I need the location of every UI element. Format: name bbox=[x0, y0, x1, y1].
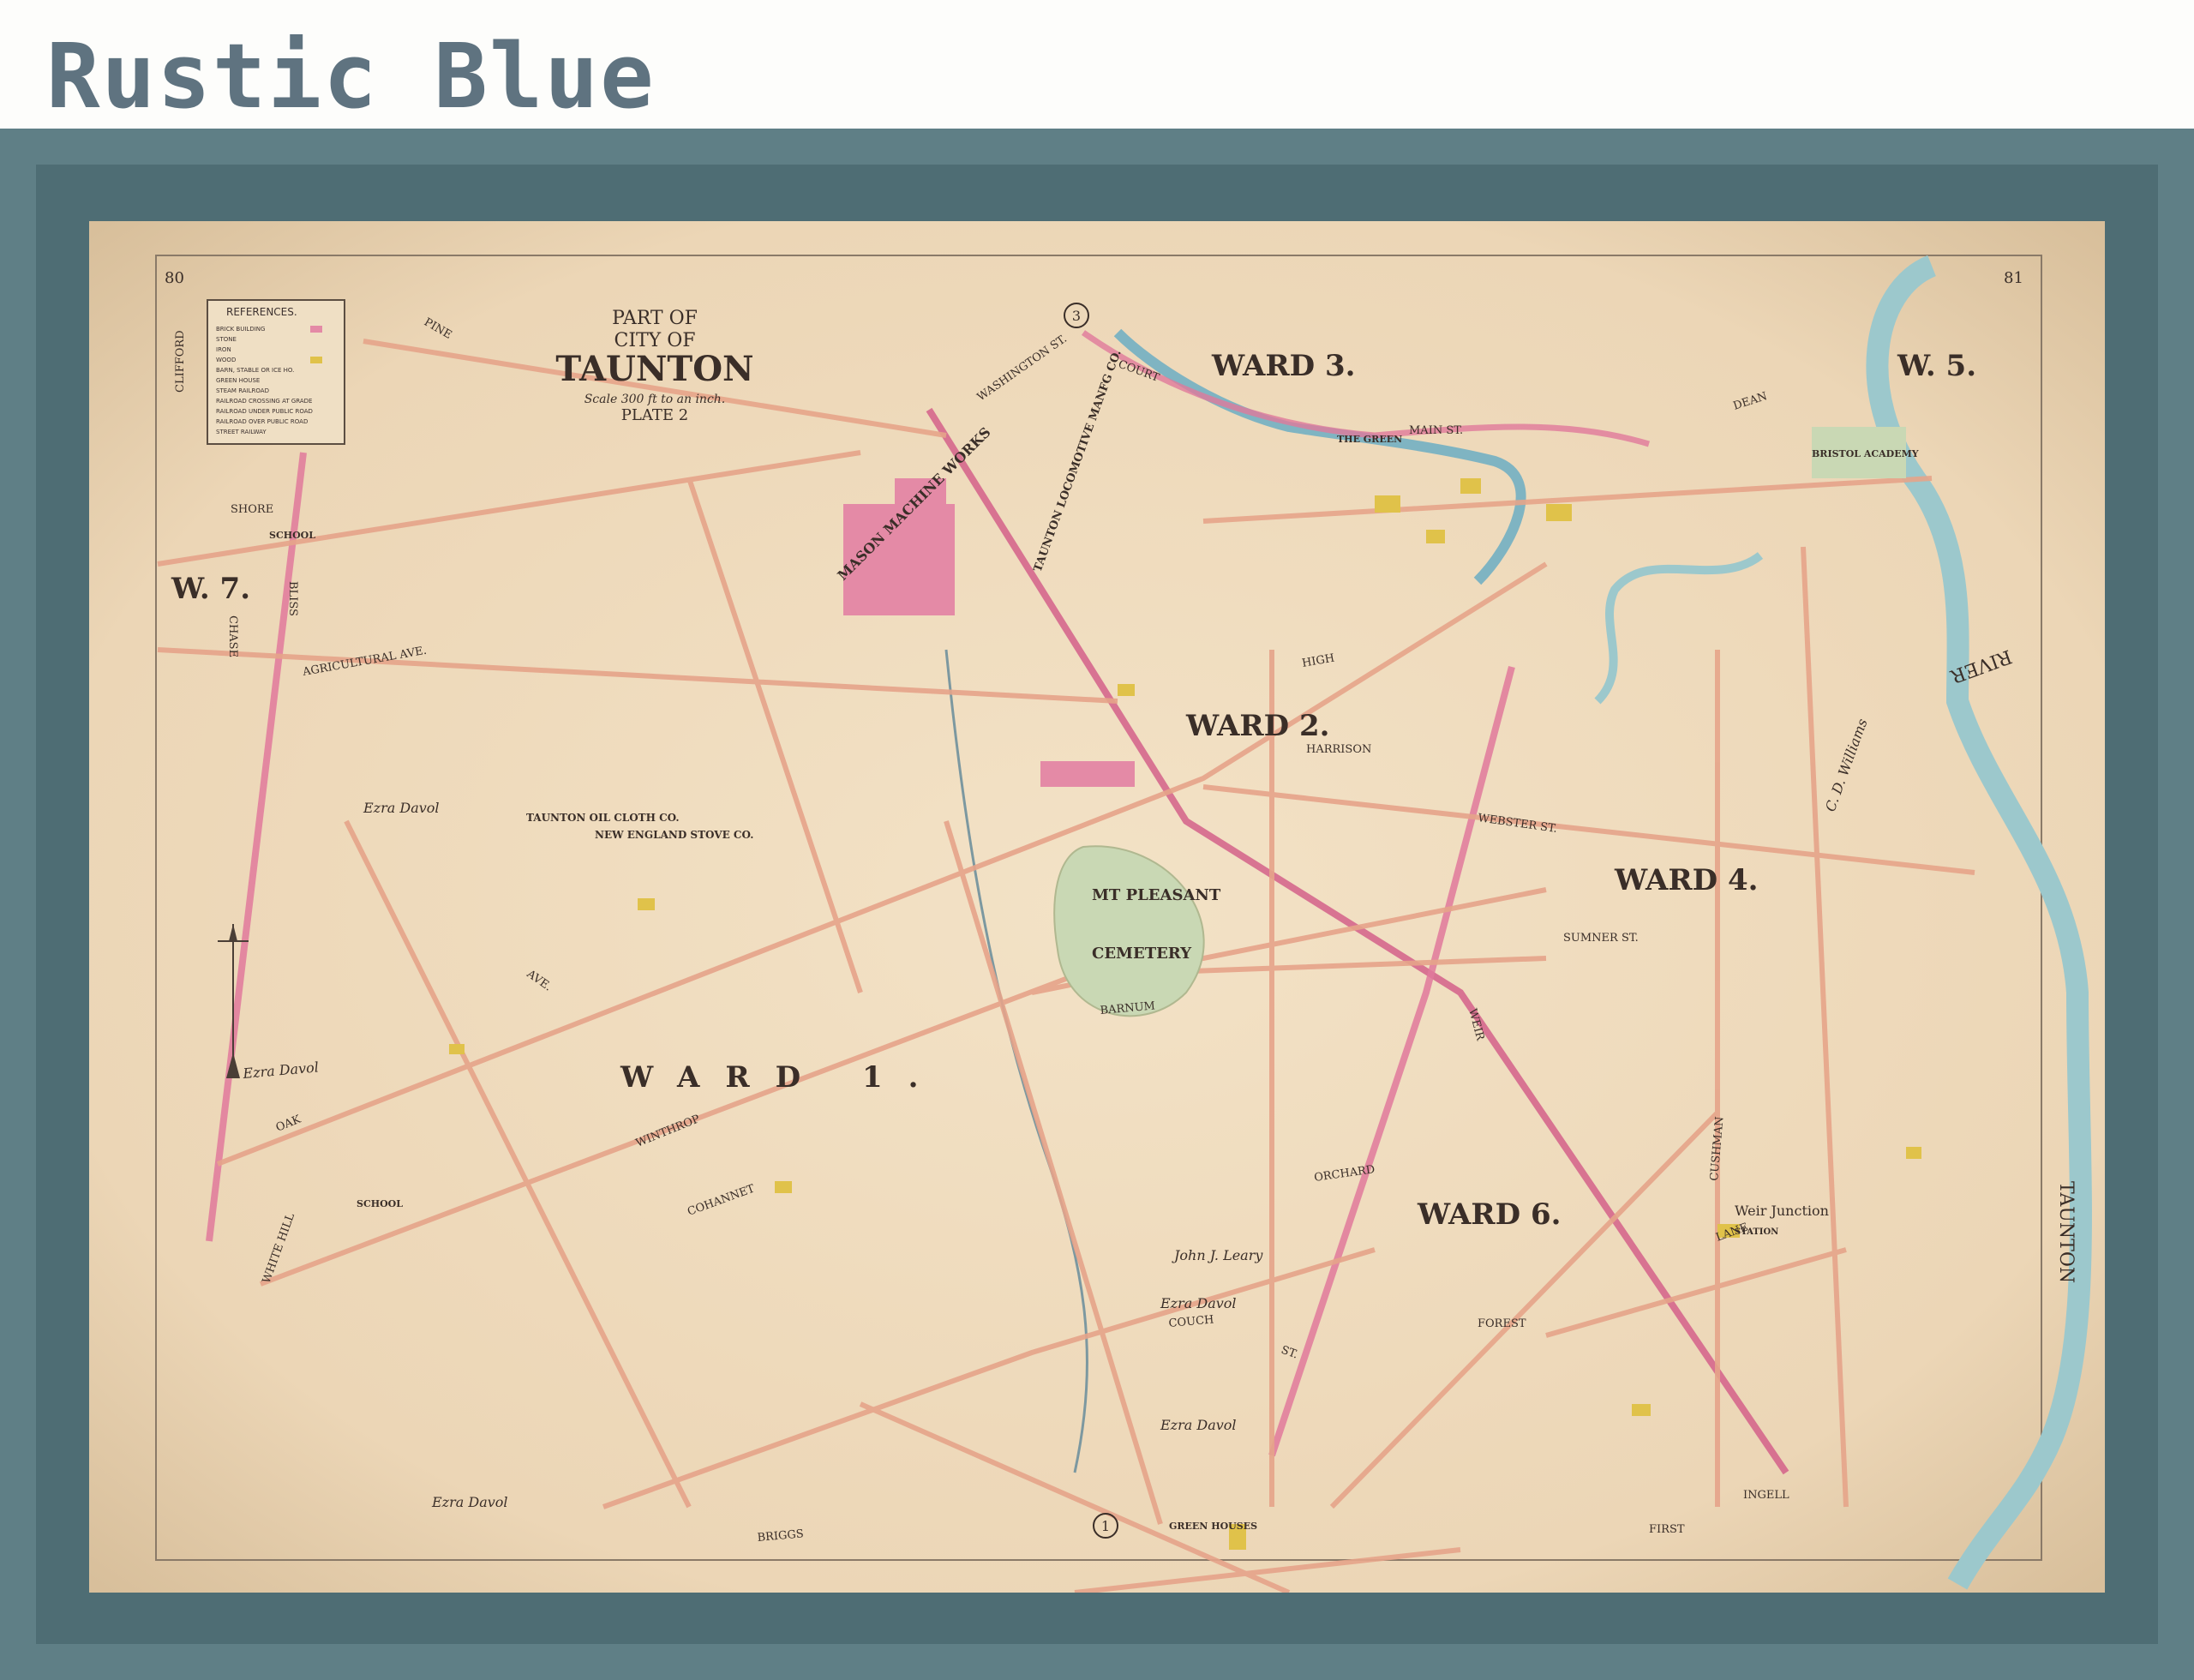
street-label: CHASE bbox=[226, 615, 239, 657]
owner-label: Ezra Davol bbox=[1160, 1295, 1237, 1311]
street-label: CLIFFORD bbox=[174, 330, 187, 393]
legend-box: REFERENCES. BRICK BUILDING STONE IRON WO… bbox=[207, 299, 345, 445]
svg-text:1: 1 bbox=[1101, 1518, 1110, 1534]
ward-label: WARD 6. bbox=[1417, 1197, 1561, 1232]
ward-label: WARD 2. bbox=[1185, 709, 1329, 743]
ward-label: W. 5. bbox=[1897, 349, 1976, 383]
place-label: CEMETERY bbox=[1092, 945, 1192, 963]
map-scale: Scale 300 ft to an inch. bbox=[584, 393, 726, 406]
locomotive-works bbox=[1040, 761, 1135, 787]
legend-item: BARN, STABLE OR ICE HO. bbox=[216, 367, 294, 374]
legend-title: REFERENCES. bbox=[226, 306, 297, 318]
river-label: TAUNTON bbox=[2055, 1181, 2077, 1283]
legend-item: RAILROAD OVER PUBLIC ROAD bbox=[216, 418, 308, 425]
ward-label: W. 7. bbox=[171, 572, 250, 606]
ward-label: WARD 4. bbox=[1614, 863, 1758, 897]
legend-item: WOOD bbox=[216, 357, 236, 363]
legend-item: GREEN HOUSE bbox=[216, 377, 260, 384]
place-label: THE GREEN bbox=[1337, 434, 1402, 445]
legend-item: IRON bbox=[216, 346, 231, 353]
owner-label: Ezra Davol bbox=[431, 1494, 508, 1510]
map-title-part-of: PART OF bbox=[612, 308, 698, 329]
street-label: BLISS bbox=[286, 581, 299, 616]
place-label: MT PLEASANT bbox=[1092, 886, 1221, 904]
svg-text:3: 3 bbox=[1072, 308, 1081, 324]
owner-label: John J. Leary bbox=[1172, 1247, 1263, 1263]
owner-label: Ezra Davol bbox=[1160, 1417, 1237, 1433]
frame-style-caption: Rustic Blue bbox=[46, 24, 656, 129]
page-number-left: 80 bbox=[165, 269, 184, 287]
map-title-taunton: TAUNTON bbox=[555, 349, 753, 389]
taunton-map: REFERENCES. BRICK BUILDING STONE IRON WO… bbox=[89, 221, 2105, 1593]
legend-item: STREET RAILWAY bbox=[216, 429, 267, 435]
header-strip: Rustic Blue bbox=[0, 0, 2194, 129]
place-label: NEW ENGLAND STOVE CO. bbox=[595, 829, 753, 841]
page-number-right: 81 bbox=[2004, 269, 2023, 287]
street-label: INGELL bbox=[1743, 1489, 1789, 1502]
legend-item: STEAM RAILROAD bbox=[216, 387, 269, 394]
place-label: GREEN HOUSES bbox=[1169, 1521, 1257, 1532]
street-label: SHORE bbox=[231, 503, 273, 516]
place-label: TAUNTON OIL CLOTH CO. bbox=[526, 812, 680, 824]
street-label: SUMNER ST. bbox=[1563, 932, 1639, 945]
street-label: MAIN ST. bbox=[1409, 424, 1463, 437]
ward-label: WARD 1. bbox=[620, 1060, 944, 1095]
place-label: SCHOOL bbox=[357, 1198, 403, 1209]
legend-item: STONE bbox=[216, 336, 237, 343]
ward-label: WARD 3. bbox=[1211, 349, 1355, 383]
street-label: FOREST bbox=[1478, 1317, 1526, 1330]
legend-item: BRICK BUILDING bbox=[216, 326, 265, 333]
map-plate: PLATE 2 bbox=[621, 406, 688, 424]
street-label: FIRST bbox=[1649, 1523, 1685, 1536]
place-label: BRISTOL ACADEMY bbox=[1812, 448, 1919, 459]
place-label: SCHOOL bbox=[269, 530, 315, 541]
legend-item: RAILROAD CROSSING AT GRADE bbox=[216, 398, 312, 405]
legend-item: RAILROAD UNDER PUBLIC ROAD bbox=[216, 408, 313, 415]
owner-label: Ezra Davol bbox=[363, 800, 440, 816]
street-label: HARRISON bbox=[1306, 743, 1371, 756]
place-label: Weir Junction bbox=[1735, 1203, 1829, 1219]
